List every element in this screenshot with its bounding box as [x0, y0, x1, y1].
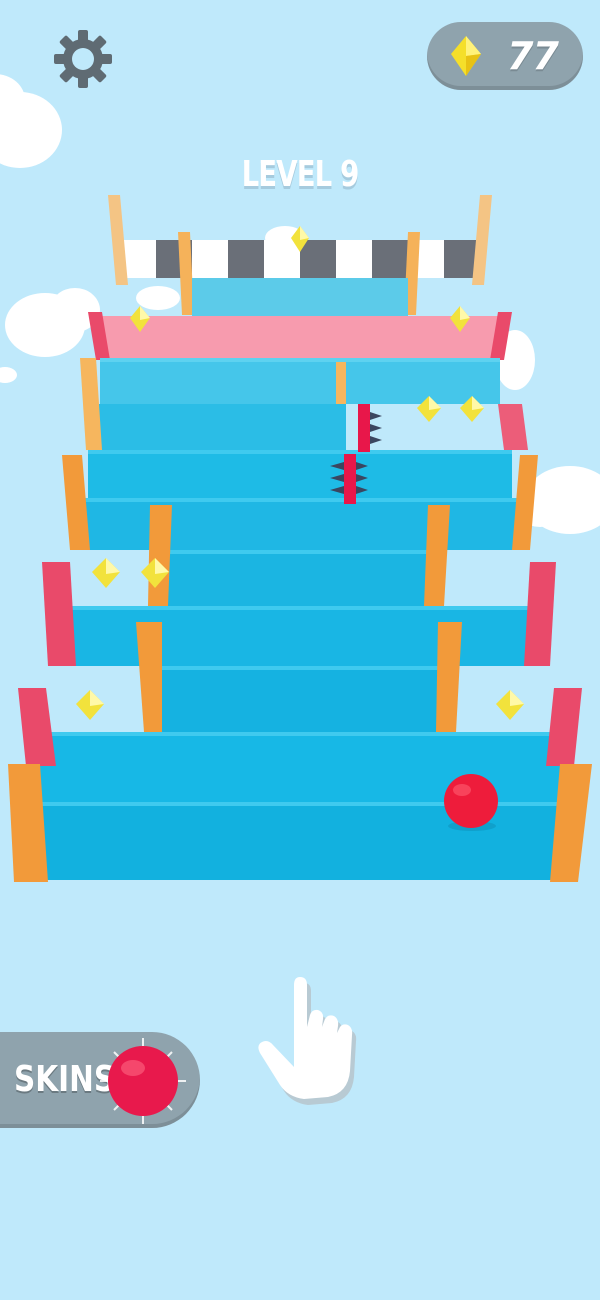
pink-platform: [88, 312, 512, 360]
gear-icon: [54, 30, 112, 88]
top-step: [192, 278, 408, 316]
red-ball-icon: [100, 1038, 186, 1124]
tap-hand-icon: [258, 977, 357, 1105]
gem-counter: 77: [427, 22, 583, 90]
skins-button[interactable]: SKINS: [0, 1032, 200, 1128]
skins-label: SKINS: [14, 1059, 116, 1100]
diamond-icon: [451, 36, 481, 76]
gem-count: 77: [507, 34, 559, 78]
settings-button[interactable]: [52, 28, 114, 90]
level-title: LEVEL 9: [241, 154, 360, 195]
